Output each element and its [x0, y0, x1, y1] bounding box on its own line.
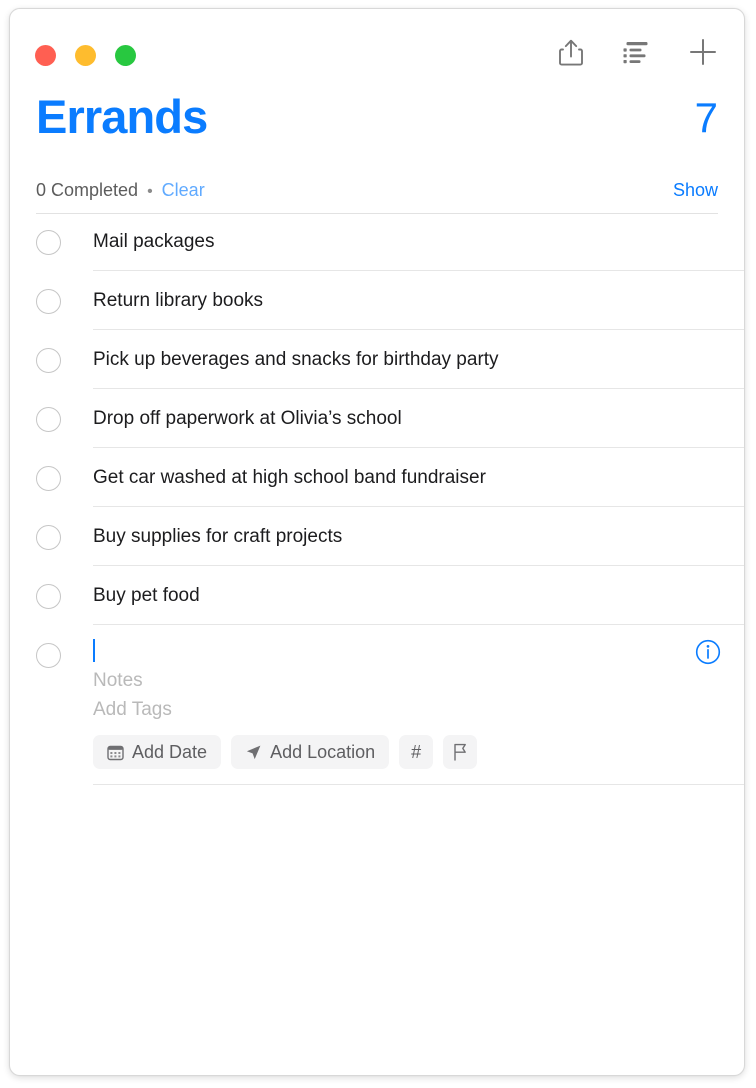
window-titlebar	[10, 9, 744, 89]
reminder-info-button[interactable]	[695, 639, 721, 665]
table-row[interactable]: Drop off paperwork at Olivia’s school	[10, 391, 744, 450]
new-reminder-title-input[interactable]	[93, 627, 718, 666]
list-header: Errands 7	[10, 89, 744, 167]
reminder-checkbox[interactable]	[36, 230, 61, 255]
completed-bar: 0 Completed • Clear Show	[10, 167, 744, 213]
reminder-checkbox[interactable]	[36, 643, 61, 668]
hash-icon: #	[411, 741, 422, 762]
share-button[interactable]	[553, 33, 589, 71]
reminder-title[interactable]: Buy pet food	[93, 568, 718, 625]
share-icon	[559, 39, 583, 66]
reminder-checkbox[interactable]	[36, 466, 61, 491]
show-completed-button[interactable]: Show	[673, 180, 718, 201]
completed-count-label: 0 Completed	[36, 179, 139, 200]
minimize-button[interactable]	[75, 45, 96, 66]
add-date-label: Add Date	[132, 741, 208, 762]
reminder-title[interactable]: Return library books	[93, 273, 718, 330]
reminder-checkbox[interactable]	[36, 348, 61, 373]
clear-completed-button[interactable]: Clear	[162, 180, 205, 201]
table-row[interactable]: Return library books	[10, 273, 744, 332]
bullet-separator: •	[147, 182, 153, 200]
close-button[interactable]	[35, 45, 56, 66]
reminder-title[interactable]: Drop off paperwork at Olivia’s school	[93, 391, 718, 448]
reminder-checkbox[interactable]	[36, 407, 61, 432]
table-row[interactable]: Buy supplies for craft projects	[10, 509, 744, 568]
reminder-title[interactable]: Pick up beverages and snacks for birthda…	[93, 332, 718, 389]
toolbar-actions	[553, 33, 721, 71]
reminder-title[interactable]: Mail packages	[93, 214, 718, 271]
reminder-title[interactable]: Get car washed at high school band fundr…	[93, 450, 718, 507]
reminder-list: Mail packages Return library books Pick …	[10, 214, 744, 785]
tags-input[interactable]: Add Tags	[93, 695, 718, 724]
reminder-title[interactable]: Buy supplies for craft projects	[93, 509, 718, 566]
add-reminder-button[interactable]	[685, 33, 721, 71]
traffic-light-controls	[35, 45, 136, 66]
add-location-label: Add Location	[270, 741, 376, 762]
calendar-icon	[107, 744, 124, 761]
reminder-checkbox[interactable]	[36, 584, 61, 609]
table-row[interactable]: Pick up beverages and snacks for birthda…	[10, 332, 744, 391]
location-arrow-icon	[245, 744, 262, 761]
notes-input[interactable]: Notes	[93, 666, 718, 695]
add-location-button[interactable]: Add Location	[231, 735, 390, 769]
plus-icon	[689, 38, 717, 66]
completed-status: 0 Completed • Clear	[36, 180, 205, 201]
view-options-button[interactable]	[619, 33, 655, 71]
text-cursor	[93, 639, 95, 662]
add-date-button[interactable]: Add Date	[93, 735, 222, 769]
page-title: Errands	[36, 90, 208, 143]
reminder-checkbox[interactable]	[36, 525, 61, 550]
new-reminder-row[interactable]: Notes Add Tags Add Date Add Location #	[10, 627, 744, 785]
add-tag-button[interactable]: #	[399, 735, 434, 769]
info-icon	[695, 639, 721, 668]
maximize-button[interactable]	[115, 45, 136, 66]
add-flag-button[interactable]	[443, 735, 478, 769]
list-view-icon	[623, 40, 651, 64]
table-row[interactable]: Buy pet food	[10, 568, 744, 627]
flag-icon	[452, 743, 468, 761]
table-row[interactable]: Get car washed at high school band fundr…	[10, 450, 744, 509]
reminder-checkbox[interactable]	[36, 289, 61, 314]
table-row[interactable]: Mail packages	[10, 214, 744, 273]
quick-action-chips: Add Date Add Location #	[93, 724, 718, 785]
reminders-window: Errands 7 0 Completed • Clear Show Mail …	[9, 8, 745, 1076]
reminder-count: 7	[694, 94, 718, 141]
